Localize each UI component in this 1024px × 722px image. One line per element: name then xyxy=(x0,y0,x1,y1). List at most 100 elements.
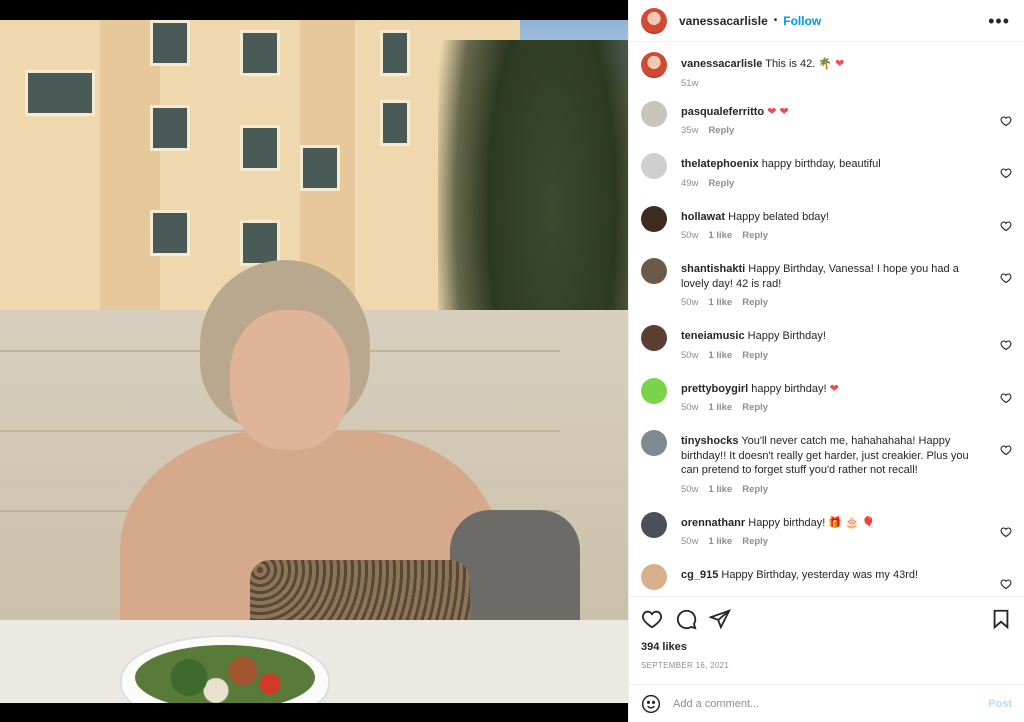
reply-button[interactable]: Reply xyxy=(742,350,768,361)
comment-likes[interactable]: 1 like xyxy=(708,402,732,413)
comment-row: shantishakti Happy Birthday, Vanessa! I … xyxy=(629,258,1024,308)
comment-icon[interactable] xyxy=(675,608,697,630)
comment-username[interactable]: shantishakti xyxy=(681,263,745,275)
comment-time[interactable]: 51w xyxy=(681,78,698,89)
heart-icon[interactable] xyxy=(641,608,663,630)
reply-button[interactable]: Reply xyxy=(708,178,734,189)
like-comment-heart-icon[interactable] xyxy=(1000,392,1012,404)
comment-row: prettyboygirl happy birthday! ❤ 50w 1 like… xyxy=(629,377,1024,413)
comment-input[interactable] xyxy=(673,697,989,710)
comment-username[interactable]: teneiamusic xyxy=(681,330,745,342)
comment-username[interactable]: prettyboygirl xyxy=(681,383,748,395)
caption: vanessacarlisle This is 42. 🌴 ❤ 51w xyxy=(629,52,1024,89)
salad xyxy=(135,645,315,703)
like-comment-heart-icon[interactable] xyxy=(1000,220,1012,232)
like-comment-heart-icon[interactable] xyxy=(1000,578,1012,590)
instagram-post: vanessacarlisle • Follow ••• vanessacarl… xyxy=(0,0,1024,722)
comment-row: thelatephoenix happy birthday, beautiful… xyxy=(629,153,1024,189)
comment-row: tinyshocks You'll never catch me, hahaha… xyxy=(629,430,1024,495)
comment-time[interactable]: 50w xyxy=(681,297,698,308)
like-comment-heart-icon[interactable] xyxy=(1000,339,1012,351)
comment-text: Happy Birthday! xyxy=(747,330,826,342)
comment-time[interactable]: 50w xyxy=(681,350,698,361)
comment-meta: 50w 1 like Reply xyxy=(681,230,982,241)
likes-count[interactable]: 394 likes xyxy=(641,641,1012,653)
comment-likes[interactable]: 1 like xyxy=(708,230,732,241)
comment-likes[interactable]: 1 like xyxy=(708,484,732,495)
post-sidebar: vanessacarlisle • Follow ••• vanessacarl… xyxy=(628,0,1024,722)
avatar[interactable] xyxy=(641,511,667,538)
reply-button[interactable]: Reply xyxy=(742,484,768,495)
comment-username[interactable]: orennathanr xyxy=(681,517,745,529)
comment-username[interactable]: vanessacarlisle xyxy=(681,58,762,70)
comment-time[interactable]: 50w xyxy=(681,230,698,241)
comment-likes[interactable]: 1 like xyxy=(708,350,732,361)
reply-button[interactable]: Reply xyxy=(708,125,734,136)
comment-text: happy birthday! ❤ xyxy=(751,382,839,395)
comment-meta: 50w 1 like Reply xyxy=(681,297,982,308)
comment-text: ❤ ❤ xyxy=(767,105,789,118)
comment-text: Happy belated bday! xyxy=(728,210,829,223)
comment-row: pasqualeferritto ❤ ❤ 35w Reply xyxy=(629,100,1024,136)
post-button[interactable]: Post xyxy=(988,698,1012,710)
comment-row: hollawat Happy belated bday! 50w 1 like Rep… xyxy=(629,205,1024,241)
avatar[interactable] xyxy=(641,52,667,78)
comment-username[interactable]: pasqualeferritto xyxy=(681,106,764,118)
comment-username[interactable]: cg_915 xyxy=(681,569,718,581)
reply-button[interactable]: Reply xyxy=(742,402,768,413)
comment-time[interactable]: 49w xyxy=(681,178,698,189)
caption-text: This is 42. 🌴 ❤ xyxy=(765,58,845,70)
comment-meta: 50w 1 like Reply xyxy=(681,350,982,361)
comment-time[interactable]: 35w xyxy=(681,125,698,136)
post-photo[interactable] xyxy=(0,0,628,722)
comment-time[interactable]: 50w xyxy=(681,402,698,413)
comment-meta: 50w 1 like Reply xyxy=(681,484,982,495)
comment-text: Happy birthday! 🎁 🎂 🎈 xyxy=(748,516,876,529)
like-comment-heart-icon[interactable] xyxy=(1000,272,1012,284)
comment-username[interactable]: tinyshocks xyxy=(681,435,738,447)
like-comment-heart-icon[interactable] xyxy=(1000,115,1012,127)
avatar[interactable] xyxy=(641,7,667,34)
comment-username[interactable]: hollawat xyxy=(681,211,725,223)
comments-list[interactable]: vanessacarlisle This is 42. 🌴 ❤ 51w pasq… xyxy=(629,42,1024,596)
avatar[interactable] xyxy=(641,258,667,284)
like-comment-heart-icon[interactable] xyxy=(1000,167,1012,179)
avatar[interactable] xyxy=(641,564,667,590)
avatar[interactable] xyxy=(641,205,667,232)
reply-button[interactable]: Reply xyxy=(742,230,768,241)
like-comment-heart-icon[interactable] xyxy=(1000,526,1012,538)
comment-meta: 50w 1 like Reply xyxy=(681,536,982,547)
comment-meta: 49w Reply xyxy=(681,178,982,189)
post-date: SEPTEMBER 16, 2021 xyxy=(641,661,730,670)
comment-time[interactable]: 50w xyxy=(681,536,698,547)
comment-text: happy birthday, beautiful xyxy=(761,158,881,170)
header-username[interactable]: vanessacarlisle xyxy=(679,14,768,28)
comment-time[interactable]: 50w xyxy=(681,484,698,495)
reply-button[interactable]: Reply xyxy=(742,297,768,308)
avatar[interactable] xyxy=(641,325,667,351)
comment-likes[interactable]: 1 like xyxy=(708,536,732,547)
avatar[interactable] xyxy=(641,430,667,456)
more-options-icon[interactable]: ••• xyxy=(988,12,1010,30)
smiley-icon[interactable] xyxy=(641,694,661,714)
like-comment-heart-icon[interactable] xyxy=(1000,444,1012,456)
avatar[interactable] xyxy=(641,100,667,127)
share-icon[interactable] xyxy=(709,608,731,630)
follow-button[interactable]: Follow xyxy=(783,14,821,28)
comment-text: Happy Birthday, yesterday was my 43rd! xyxy=(721,569,919,581)
comment-row: orennathanr Happy birthday! 🎁 🎂 🎈 50w 1 li… xyxy=(629,511,1024,547)
comment-meta: 35w Reply xyxy=(681,125,982,136)
action-bar: 394 likes SEPTEMBER 16, 2021 xyxy=(629,596,1024,684)
comment-row: cg_915 Happy Birthday, yesterday was my … xyxy=(629,564,1024,590)
avatar[interactable] xyxy=(641,377,667,404)
post-header: vanessacarlisle • Follow ••• xyxy=(629,0,1024,42)
comment-likes[interactable]: 1 like xyxy=(708,297,732,308)
bookmark-icon[interactable] xyxy=(990,608,1012,630)
photo-image xyxy=(0,20,628,703)
comment-row: teneiamusic Happy Birthday! 50w 1 like Repl… xyxy=(629,325,1024,361)
avatar[interactable] xyxy=(641,153,667,179)
reply-button[interactable]: Reply xyxy=(742,536,768,547)
comment-meta: 50w 1 like Reply xyxy=(681,402,982,413)
comment-username[interactable]: thelatephoenix xyxy=(681,158,759,170)
add-comment-bar: Post xyxy=(629,684,1024,722)
